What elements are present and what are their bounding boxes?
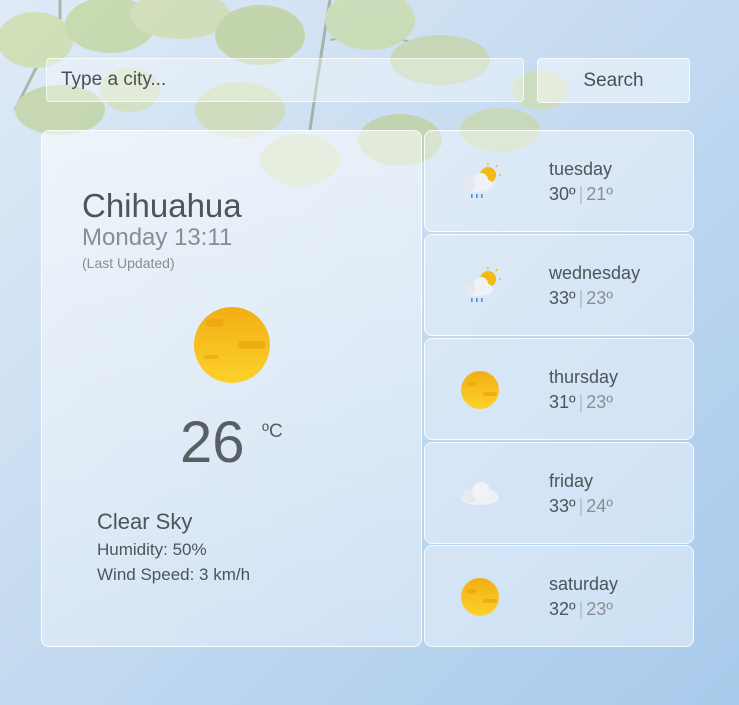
forecast-high: 30º [549,184,576,204]
forecast-low: 23º [586,392,613,412]
sun-icon [461,371,499,409]
current-weather-card: Chihuahua Monday 13:11 (Last Updated) 26… [41,130,422,647]
humidity-value: Humidity: 50% [97,540,207,559]
forecast-temps: 31º | 23º [549,392,613,413]
temperature-unit: ºC [262,421,283,442]
forecast-low: 24º [586,496,613,516]
forecast-card-friday: friday 33º | 24º [424,442,694,544]
city-name: Chihuahua [82,187,242,224]
forecast-separator: | [578,599,584,619]
forecast-high: 32º [549,599,576,619]
wind-speed-value: Wind Speed: 3 km/h [97,565,251,584]
forecast-day: tuesday [549,159,613,179]
forecast-day: wednesday [549,263,641,283]
forecast-day: thursday [549,367,619,387]
forecast-card-wednesday: wednesday 33º | 23º [424,234,694,336]
forecast-separator: | [578,288,584,308]
current-temperature: 26 [180,410,245,475]
partly-cloudy-rain-icon [464,267,501,302]
weather-description: Clear Sky [97,509,193,534]
forecast-card-thursday: thursday 31º | 23º [424,338,694,440]
forecast-temps: 33º | 23º [549,288,613,309]
partly-cloudy-rain-icon [464,163,501,198]
forecast-separator: | [578,392,584,412]
sun-icon [194,307,270,383]
forecast-low: 21º [586,184,613,204]
forecast-high: 33º [549,288,576,308]
forecast-separator: | [578,496,584,516]
forecast-card-tuesday: tuesday 30º | 21º [424,130,694,232]
forecast-high: 31º [549,392,576,412]
forecast-temps: 32º | 23º [549,599,613,620]
forecast-high: 33º [549,496,576,516]
forecast-temps: 30º | 21º [549,184,613,205]
forecast-temps: 33º | 24º [549,496,613,517]
forecast-low: 23º [586,599,613,619]
forecast-separator: | [578,184,584,204]
forecast-low: 23º [586,288,613,308]
search-button[interactable]: Search [537,58,690,103]
last-updated-note: (Last Updated) [82,255,175,271]
forecast-card-saturday: saturday 32º | 23º [424,545,694,647]
cloud-icon [461,482,499,505]
sun-icon [461,578,499,616]
forecast-day: friday [549,471,594,491]
forecast-day: saturday [549,574,619,594]
current-datetime: Monday 13:11 [82,224,233,251]
city-search-input[interactable] [46,58,524,102]
